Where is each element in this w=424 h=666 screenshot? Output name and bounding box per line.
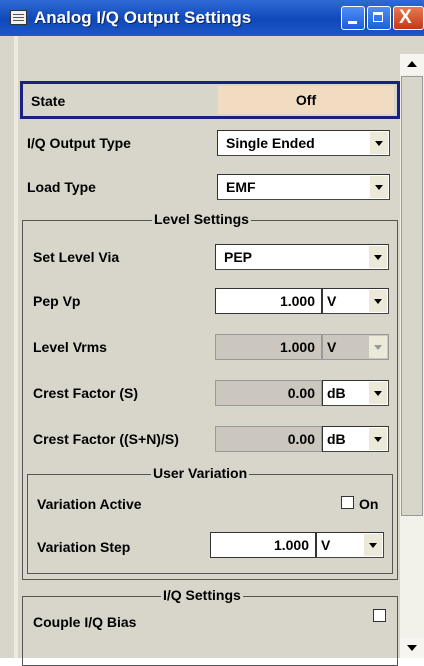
variation-step-label: Variation Step (37, 539, 131, 555)
iq-output-type-label: I/Q Output Type (27, 135, 131, 151)
set-level-via-value: PEP (224, 249, 253, 265)
crest-factor-s-unit: dB (327, 385, 346, 401)
crest-factor-sn-value: 0.00 (287, 431, 315, 447)
level-vrms-value: 1.000 (279, 339, 315, 355)
crest-factor-sn-unit-select[interactable]: dB (322, 426, 389, 452)
chevron-down-icon[interactable] (364, 534, 382, 556)
user-variation-group (27, 474, 393, 574)
state-row: State Off (20, 81, 400, 119)
iq-output-type-value: Single Ended (226, 135, 315, 151)
chevron-down-icon[interactable] (370, 132, 388, 154)
maximize-button[interactable] (367, 6, 391, 30)
crest-factor-sn-label: Crest Factor ((S+N)/S) (33, 431, 179, 447)
state-toggle-button[interactable]: Off (218, 86, 394, 114)
minimize-button[interactable] (341, 6, 365, 30)
load-type-value: EMF (226, 179, 256, 195)
chevron-down-icon (369, 336, 387, 358)
crest-factor-s-label: Crest Factor (S) (33, 385, 139, 401)
crest-factor-s-unit-select[interactable]: dB (322, 380, 389, 406)
crest-factor-s-value: 0.00 (287, 385, 315, 401)
variation-active-checkbox[interactable] (341, 496, 354, 509)
variation-step-value: 1.000 (273, 537, 309, 553)
variation-step-unit-select[interactable]: V (316, 532, 384, 558)
iq-settings-title: I/Q Settings (161, 587, 243, 603)
couple-iq-bias-checkbox[interactable] (373, 609, 386, 622)
couple-iq-bias-label: Couple I/Q Bias (33, 614, 137, 630)
crest-factor-s-input: 0.00 (215, 380, 322, 406)
load-type-select[interactable]: EMF (217, 174, 390, 200)
level-vrms-unit-select: V (322, 334, 389, 360)
variation-active-on-label: On (359, 496, 379, 512)
window-title: Analog I/Q Output Settings (34, 8, 252, 27)
set-level-via-label: Set Level Via (33, 249, 120, 265)
variation-step-unit: V (321, 537, 331, 553)
vertical-scrollbar[interactable] (400, 54, 424, 658)
chevron-down-icon[interactable] (369, 246, 387, 268)
scrollbar-thumb[interactable] (401, 76, 423, 516)
close-button[interactable]: X (393, 6, 424, 30)
variation-active-label: Variation Active (37, 496, 142, 512)
level-vrms-unit: V (327, 339, 337, 355)
pep-vp-input[interactable]: 1.000 (215, 288, 322, 314)
variation-step-input[interactable]: 1.000 (210, 532, 316, 558)
user-variation-title: User Variation (151, 465, 250, 481)
state-label: State (31, 93, 66, 109)
crest-factor-sn-input: 0.00 (215, 426, 322, 452)
chevron-down-icon[interactable] (369, 428, 387, 450)
iq-settings-group (22, 596, 398, 666)
set-level-via-select[interactable]: PEP (215, 244, 389, 270)
chevron-down-icon[interactable] (369, 382, 387, 404)
pep-vp-label: Pep Vp (33, 293, 81, 309)
chevron-down-icon[interactable] (370, 176, 388, 198)
title-bar[interactable]: Analog I/Q Output Settings X (0, 0, 424, 36)
iq-output-type-select[interactable]: Single Ended (217, 130, 390, 156)
pep-vp-unit: V (327, 293, 337, 309)
pep-vp-value: 1.000 (279, 293, 315, 309)
window-app-icon (10, 10, 27, 25)
chevron-down-icon[interactable] (369, 290, 387, 312)
minimize-icon (348, 21, 357, 24)
pep-vp-unit-select[interactable]: V (322, 288, 389, 314)
load-type-label: Load Type (27, 179, 96, 195)
scroll-up-icon[interactable] (400, 54, 424, 74)
scroll-down-icon[interactable] (400, 638, 424, 658)
level-settings-title: Level Settings (152, 211, 251, 227)
level-vrms-input: 1.000 (215, 334, 322, 360)
close-icon: X (399, 7, 412, 28)
crest-factor-sn-unit: dB (327, 431, 346, 447)
analog-iq-output-settings-window: Analog I/Q Output Settings X State Off I… (0, 0, 424, 666)
maximize-icon (373, 12, 383, 22)
level-vrms-label: Level Vrms (33, 339, 107, 355)
